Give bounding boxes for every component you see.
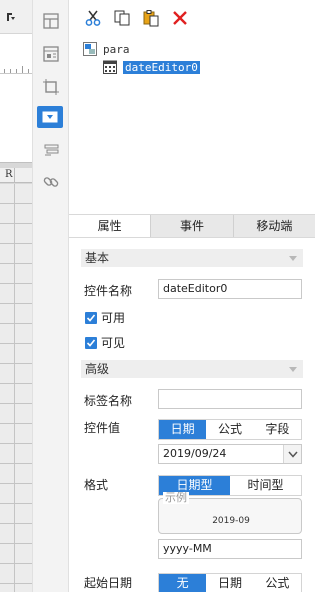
widget-tree: para dateEditor0 <box>83 40 200 76</box>
visible-checkbox[interactable]: 可见 <box>85 334 125 351</box>
designer-canvas-edge: R <box>0 0 32 592</box>
control-value-option-date[interactable]: 日期 <box>159 420 207 439</box>
chevron-down-icon[interactable] <box>283 445 301 463</box>
dropdown-widget-icon[interactable] <box>37 106 63 128</box>
date-value-text: 2019/09/24 <box>163 447 227 460</box>
link-icon[interactable] <box>39 171 63 193</box>
control-name-label: 控件名称 <box>84 284 133 298</box>
form-table-icon[interactable] <box>39 43 63 65</box>
example-value: 2019-09 <box>212 516 250 526</box>
control-value-option-formula[interactable]: 公式 <box>206 420 253 439</box>
collapse-arrow-icon <box>289 256 297 261</box>
corner-menu-icon[interactable] <box>6 11 16 21</box>
control-value-label: 控件值 <box>84 421 121 435</box>
section-advanced-title: 高级 <box>85 362 110 376</box>
widget-toolbar <box>32 0 69 592</box>
copy-icon[interactable] <box>112 8 132 28</box>
control-name-input[interactable]: dateEditor0 <box>158 279 302 299</box>
enabled-label: 可用 <box>101 311 126 325</box>
tree-node-root-label: para <box>103 42 130 56</box>
parameter-panel-icon <box>83 42 97 56</box>
enabled-checkbox[interactable]: 可用 <box>85 309 125 326</box>
format-pattern-input[interactable]: yyyy-MM <box>158 539 302 559</box>
tab-events[interactable]: 事件 <box>151 215 234 237</box>
cut-icon[interactable] <box>83 8 103 28</box>
control-value-selector: 日期 公式 字段 <box>158 419 302 440</box>
checkmark-icon <box>85 311 97 324</box>
format-label: 格式 <box>84 478 109 492</box>
section-basic-title: 基本 <box>85 251 110 265</box>
property-tabs: 属性 事件 移动端 <box>69 214 315 238</box>
start-date-option-none[interactable]: 无 <box>159 574 207 592</box>
property-panel: para dateEditor0 属性 事件 移动端 基本 控件名称 dateE… <box>69 0 315 592</box>
tree-toolbar <box>83 8 190 28</box>
example-legend: 示例 <box>163 491 189 504</box>
designer-topbar <box>0 0 32 34</box>
control-value-option-field[interactable]: 字段 <box>254 420 301 439</box>
visible-label: 可见 <box>101 336 126 350</box>
tab-mobile[interactable]: 移动端 <box>234 215 315 237</box>
frame-icon[interactable] <box>39 76 63 98</box>
delete-icon[interactable] <box>170 8 190 28</box>
grid-layout-icon[interactable] <box>39 10 63 32</box>
format-option-time[interactable]: 时间型 <box>230 476 301 495</box>
list-icon[interactable] <box>39 139 63 161</box>
paste-icon[interactable] <box>141 8 161 28</box>
format-example-box: 示例 2019-09 <box>158 492 302 534</box>
tab-properties[interactable]: 属性 <box>69 215 152 237</box>
start-date-option-date[interactable]: 日期 <box>206 574 253 592</box>
horizontal-ruler <box>0 62 32 74</box>
checkmark-icon <box>85 336 97 349</box>
collapse-arrow-icon <box>289 367 297 372</box>
start-date-option-formula[interactable]: 公式 <box>254 574 301 592</box>
column-header-label: R <box>5 169 13 180</box>
tag-name-input[interactable] <box>158 389 302 409</box>
tree-node-date-editor[interactable]: dateEditor0 <box>103 58 200 76</box>
spreadsheet-rows[interactable] <box>0 184 32 592</box>
tag-name-label: 标签名称 <box>84 394 133 408</box>
start-date-label: 起始日期 <box>84 576 133 590</box>
section-basic[interactable]: 基本 <box>81 249 303 267</box>
column-header[interactable]: R <box>0 168 32 183</box>
tree-node-root[interactable]: para <box>83 40 200 58</box>
calendar-icon <box>103 60 117 74</box>
section-advanced[interactable]: 高级 <box>81 360 303 378</box>
date-value-picker[interactable]: 2019/09/24 <box>158 444 302 464</box>
tree-node-date-editor-label: dateEditor0 <box>123 60 200 74</box>
start-date-selector: 无 日期 公式 <box>158 573 302 592</box>
